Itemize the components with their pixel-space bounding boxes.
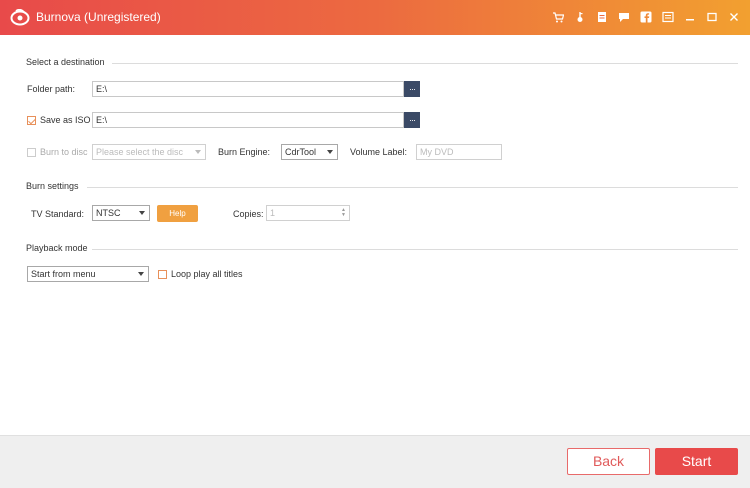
loop-play-label: Loop play all titles [171,269,243,279]
playback-mode-select[interactable]: Start from menu [27,266,149,282]
folder-path-input[interactable]: E:\ [92,81,404,97]
app-title: Burnova (Unregistered) [36,10,161,24]
footer-bar: Back Start [0,435,750,488]
help-button[interactable]: Help [157,205,198,222]
section-divider [112,63,738,64]
burn-engine-value: CdrTool [285,147,317,157]
section-divider [87,187,738,188]
back-button[interactable]: Back [567,448,650,475]
burn-to-disc-label: Burn to disc [40,147,88,157]
folder-path-label: Folder path: [27,84,76,94]
copies-label: Copies: [233,209,264,219]
section-divider [92,249,738,250]
cart-icon[interactable] [550,10,566,24]
save-as-iso-checkbox[interactable] [27,116,36,125]
burn-engine-label: Burn Engine: [218,147,271,157]
tv-standard-select[interactable]: NTSC [92,205,150,221]
burn-settings-section-title: Burn settings [26,181,79,191]
playback-section-title: Playback mode [26,243,88,253]
start-button[interactable]: Start [655,448,738,475]
menu-icon[interactable] [660,10,676,24]
feedback-icon[interactable] [616,10,632,24]
disc-select-placeholder: Please select the disc [96,147,184,157]
tv-standard-value: NTSC [96,208,121,218]
chevron-down-icon [138,272,144,276]
burnova-logo-icon [10,9,30,26]
disc-select[interactable]: Please select the disc [92,144,206,160]
iso-browse-button[interactable]: ··· [404,112,420,128]
copies-stepper[interactable]: 1 ▲ ▼ [266,205,350,221]
title-bar: Burnova (Unregistered) [0,0,750,35]
iso-path-input[interactable]: E:\ [92,112,404,128]
key-icon[interactable] [572,10,588,24]
chevron-down-icon [327,150,333,154]
minimize-icon[interactable] [682,10,698,24]
volume-label-input[interactable]: My DVD [416,144,502,160]
folder-browse-button[interactable]: ··· [404,81,420,97]
close-icon[interactable] [726,10,742,24]
save-as-iso-label: Save as ISO [40,115,91,125]
main-content: Select a destination Folder path: E:\ ··… [0,35,750,435]
burn-to-disc-checkbox[interactable] [27,148,36,157]
copies-value: 1 [270,208,276,218]
playback-mode-value: Start from menu [31,269,96,279]
destination-section-title: Select a destination [26,57,105,67]
facebook-icon[interactable] [638,10,654,24]
chevron-down-icon [139,211,145,215]
burn-engine-select[interactable]: CdrTool [281,144,338,160]
stepper-arrows-icon[interactable]: ▲ ▼ [341,208,346,218]
volume-label-label: Volume Label: [350,147,408,157]
maximize-icon[interactable] [704,10,720,24]
loop-play-checkbox[interactable] [158,270,167,279]
tv-standard-label: TV Standard: [31,209,85,219]
document-icon[interactable] [594,10,610,24]
chevron-down-icon [195,150,201,154]
